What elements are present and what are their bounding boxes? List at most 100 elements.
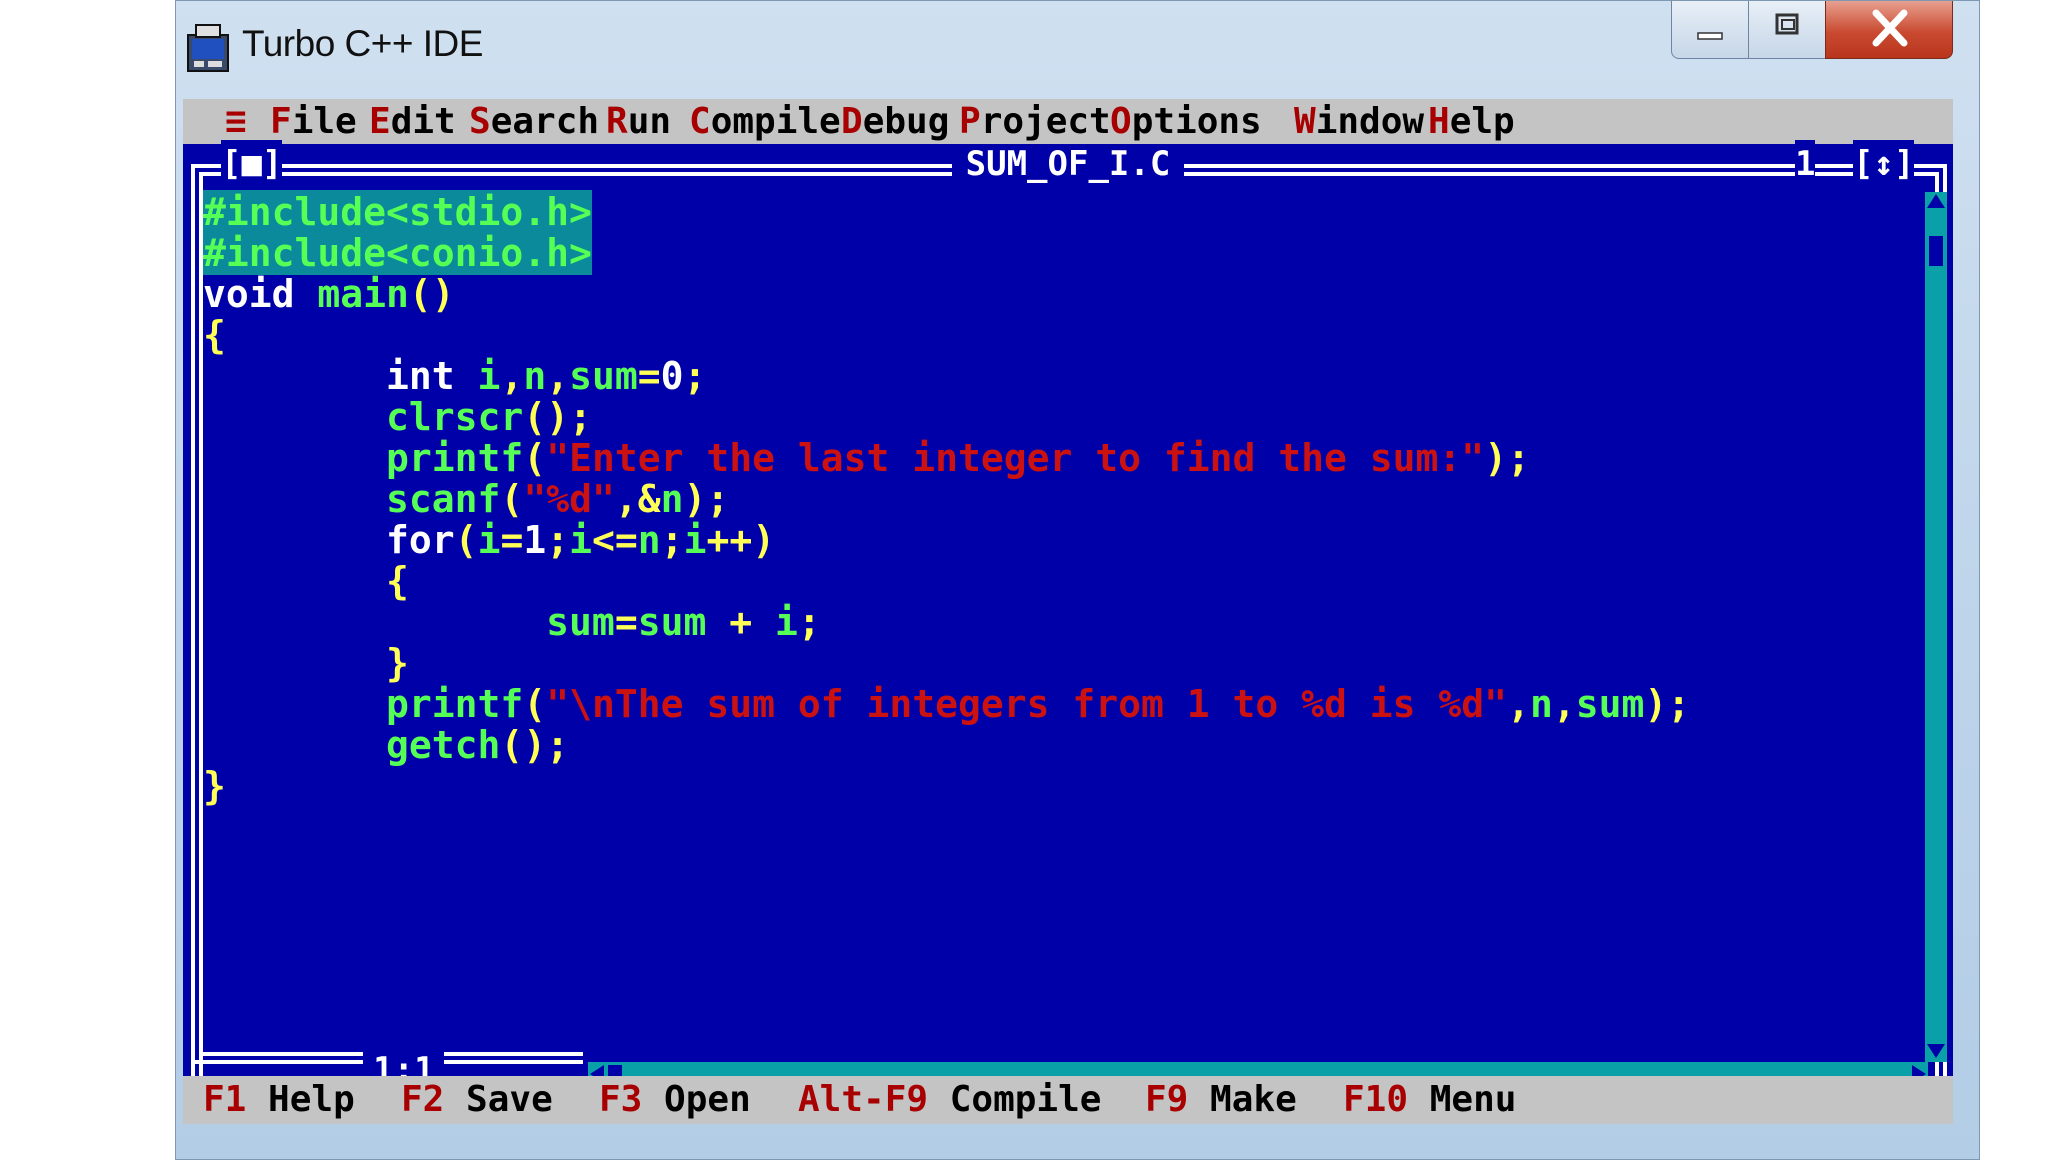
code-token: , <box>1507 682 1530 726</box>
fkey-make[interactable]: F9 Make <box>1145 1076 1297 1124</box>
menu-file[interactable]: File <box>270 99 357 144</box>
code-token: "\nThe sum of integers from 1 to %d is %… <box>546 682 1508 726</box>
menu-edit-label: dit <box>390 101 456 142</box>
menu-debug-hotkey: D <box>841 101 863 142</box>
code-token: , <box>500 354 524 398</box>
maximize-button[interactable] <box>1748 1 1826 59</box>
code-line[interactable]: sum=sum + i; <box>203 602 1893 643</box>
code-token: n <box>637 518 661 562</box>
window-title: Turbo C++ IDE <box>242 23 483 64</box>
menu-file-label: ile <box>291 101 357 142</box>
code-line[interactable]: getch(); <box>203 725 1893 766</box>
vertical-scrollbar-arrows <box>1927 194 1945 1058</box>
menu-run-label: un <box>627 101 672 142</box>
code-line[interactable]: printf("Enter the last integer to find t… <box>203 438 1893 479</box>
code-token: ); <box>1644 682 1691 726</box>
code-token: getch <box>203 723 501 767</box>
code-token: ++) <box>706 518 776 562</box>
code-line[interactable]: for(i=1;i<=n;i++) <box>203 520 1893 561</box>
fkey-help-key: F1 <box>203 1079 247 1120</box>
title-bar[interactable]: Turbo C++ IDE <box>176 1 1979 99</box>
fkey-open[interactable]: F3 Open <box>599 1076 751 1124</box>
menu-bar: ≡ File Edit Search Run Compile Debug Pro… <box>183 99 1953 144</box>
menu-window-label: indow <box>1315 101 1425 142</box>
code-token: sum <box>203 600 615 644</box>
vertical-scrollbar[interactable] <box>1925 192 1947 1062</box>
code-token: ,& <box>614 477 661 521</box>
code-line[interactable]: printf("\nThe sum of integers from 1 to … <box>203 684 1893 725</box>
code-line[interactable]: { <box>203 315 1893 356</box>
code-line[interactable]: void main() <box>203 274 1893 315</box>
maximize-icon <box>1775 13 1799 35</box>
zoom-box-button[interactable]: [↕] <box>1853 140 1915 188</box>
app-icon <box>187 24 229 72</box>
code-token: ( <box>500 477 524 521</box>
code-token: } <box>203 764 226 808</box>
menu-project[interactable]: Project <box>959 99 1111 144</box>
menu-help-hotkey: H <box>1428 101 1450 142</box>
fkey-save-label: Save <box>466 1079 553 1120</box>
menu-debug[interactable]: Debug <box>841 99 949 144</box>
menu-edit-hotkey: E <box>369 101 391 142</box>
menu-compile[interactable]: Compile <box>689 99 841 144</box>
fkey-menu[interactable]: F10 Menu <box>1343 1076 1516 1124</box>
menu-edit[interactable]: Edit <box>369 99 456 144</box>
fkey-compile-key: Alt-F9 <box>798 1079 929 1120</box>
code-token: printf <box>203 436 524 480</box>
code-token: ; <box>683 354 707 398</box>
code-token: i <box>477 354 501 398</box>
menu-debug-label: ebug <box>862 101 950 142</box>
fkey-make-label: Make <box>1210 1079 1297 1120</box>
menu-options[interactable]: Options <box>1110 99 1262 144</box>
scroll-thumb <box>1929 236 1943 266</box>
code-line[interactable]: { <box>203 561 1893 602</box>
code-line[interactable]: int i,n,sum=0; <box>203 356 1893 397</box>
close-box-button[interactable]: [■] <box>221 140 283 188</box>
code-token: printf <box>203 682 524 726</box>
menu-help[interactable]: Help <box>1428 99 1515 144</box>
code-token: ; <box>660 518 684 562</box>
code-token: (); <box>523 395 592 439</box>
fkey-compile-label: Compile <box>949 1079 1102 1120</box>
code-token: ; <box>546 518 570 562</box>
minimize-icon <box>1697 32 1723 40</box>
code-token: , <box>1552 682 1576 726</box>
fkey-compile[interactable]: Alt-F9 Compile <box>798 1076 1101 1124</box>
code-token: + <box>729 600 775 644</box>
menu-file-hotkey: F <box>270 101 292 142</box>
close-button[interactable] <box>1825 1 1953 59</box>
code-token: int <box>203 354 478 398</box>
fkey-make-key: F9 <box>1145 1079 1189 1120</box>
code-token: = <box>637 354 661 398</box>
menu-compile-hotkey: C <box>689 101 711 142</box>
code-token: <= <box>592 518 638 562</box>
code-line[interactable]: scanf("%d",&n); <box>203 479 1893 520</box>
code-line[interactable]: #include<stdio.h> <box>203 190 1893 234</box>
menu-window[interactable]: Window <box>1294 99 1424 144</box>
menu-compile-label: ompile <box>710 101 841 142</box>
code-line[interactable]: } <box>203 643 1893 684</box>
fkey-help[interactable]: F1 Help <box>203 1076 355 1124</box>
system-menu[interactable]: ≡ <box>225 99 247 144</box>
code-token: = <box>500 518 524 562</box>
code-token: #include<conio.h> <box>203 231 592 275</box>
code-line[interactable]: clrscr(); <box>203 397 1893 438</box>
code-token: sum <box>569 354 638 398</box>
code-token: "Enter the last integer to find the sum:… <box>546 436 1485 480</box>
fkey-save[interactable]: F2 Save <box>401 1076 553 1124</box>
menu-search[interactable]: Search <box>469 99 599 144</box>
code-token: { <box>203 313 226 357</box>
code-editor[interactable]: #include<stdio.h> #include<conio.h> void m… <box>203 190 1893 1062</box>
fkey-save-key: F2 <box>401 1079 445 1120</box>
minimize-button[interactable] <box>1671 1 1749 59</box>
menu-run[interactable]: Run <box>606 99 671 144</box>
code-token: 1 <box>523 518 547 562</box>
code-token: ( <box>523 682 547 726</box>
code-line[interactable]: } <box>203 766 1893 807</box>
code-line[interactable]: #include<conio.h> <box>203 231 1893 275</box>
window-number: 1 <box>1795 140 1816 188</box>
code-token: main <box>317 272 409 316</box>
code-token: ( <box>523 436 547 480</box>
scroll-down-icon <box>1927 1044 1945 1058</box>
code-token: (); <box>500 723 570 767</box>
